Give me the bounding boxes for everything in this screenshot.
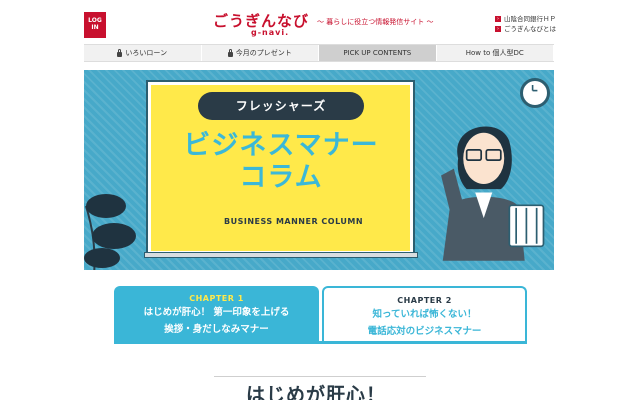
fresher-pill: フレッシャーズ (198, 92, 364, 120)
logo-subtext: g-navi. (251, 28, 290, 37)
login-button[interactable]: LOG IN (84, 12, 106, 38)
chapter-1-card[interactable]: CHAPTER 1 はじめが肝心！ 第一印象を上げる 挨拶・身だしなみマナー (114, 286, 319, 342)
nav-item-pickup[interactable]: PICK UP CONTENTS (319, 45, 437, 61)
board-tray (144, 252, 418, 258)
chapter-tabs-underline (114, 341, 527, 344)
hero-subtitle: BUSINESS MANNER COLUMN (224, 217, 364, 226)
arrow-icon: › (495, 16, 501, 22)
chapter-num: CHAPTER 1 (189, 294, 244, 303)
hero-title: ビジネスマナー コラム (176, 130, 386, 194)
chapter-2-card[interactable]: CHAPTER 2 知っていれば怖くない！ 電話応対のビジネスマナー (322, 286, 527, 342)
nav-label: PICK UP CONTENTS (343, 49, 412, 57)
nav-label: いろいローン (125, 49, 168, 57)
nav-label: 今月のプレゼント (235, 49, 292, 57)
businesswoman-illustration (441, 126, 545, 261)
section-title: はじめが肝心！ (246, 384, 387, 400)
chapter-num: CHAPTER 2 (397, 296, 452, 305)
lock-icon (117, 48, 123, 57)
hero-title-line1: ビジネスマナー (183, 130, 379, 161)
nav-item-present[interactable]: 今月のプレゼント (202, 45, 319, 61)
login-label: LOG IN (88, 17, 102, 31)
chapter-title-line1: 知っていれば怖くない！ (372, 309, 477, 320)
top-links: › 山陰合同銀行ＨＰ › ごうぎんなびとは (495, 14, 556, 34)
chapter-title-line2: 電話応対のビジネスマナー (367, 326, 482, 337)
main-nav: いろいローン 今月のプレゼント PICK UP CONTENTS How to … (84, 44, 554, 62)
tagline: 〜 暮らしに役立つ情報発信サイト 〜 (317, 18, 434, 26)
link-about[interactable]: › ごうぎんなびとは (495, 24, 556, 34)
nav-label: How to 個人型DC (465, 49, 524, 57)
hero-banner: フレッシャーズ ビジネスマナー コラム BUSINESS MANNER COLU… (84, 70, 554, 270)
nav-item-dc[interactable]: How to 個人型DC (437, 45, 554, 61)
section-divider (214, 376, 426, 377)
link-label: 山陰合同銀行ＨＰ (504, 15, 556, 23)
nav-item-loan[interactable]: いろいローン (84, 45, 202, 61)
lock-icon (227, 48, 233, 57)
link-bank-hp[interactable]: › 山陰合同銀行ＨＰ (495, 14, 556, 24)
arrow-icon: › (495, 26, 501, 32)
chapter-title-line2: 挨拶・身だしなみマナー (164, 324, 269, 335)
chapter-title-line1: はじめが肝心！ 第一印象を上げる (143, 307, 290, 318)
site-header: LOG IN ごうぎんなび 〜 暮らしに役立つ情報発信サイト 〜 g-navi.… (0, 0, 640, 42)
link-label: ごうぎんなびとは (504, 25, 556, 33)
hero-title-line2: コラム (239, 162, 323, 193)
